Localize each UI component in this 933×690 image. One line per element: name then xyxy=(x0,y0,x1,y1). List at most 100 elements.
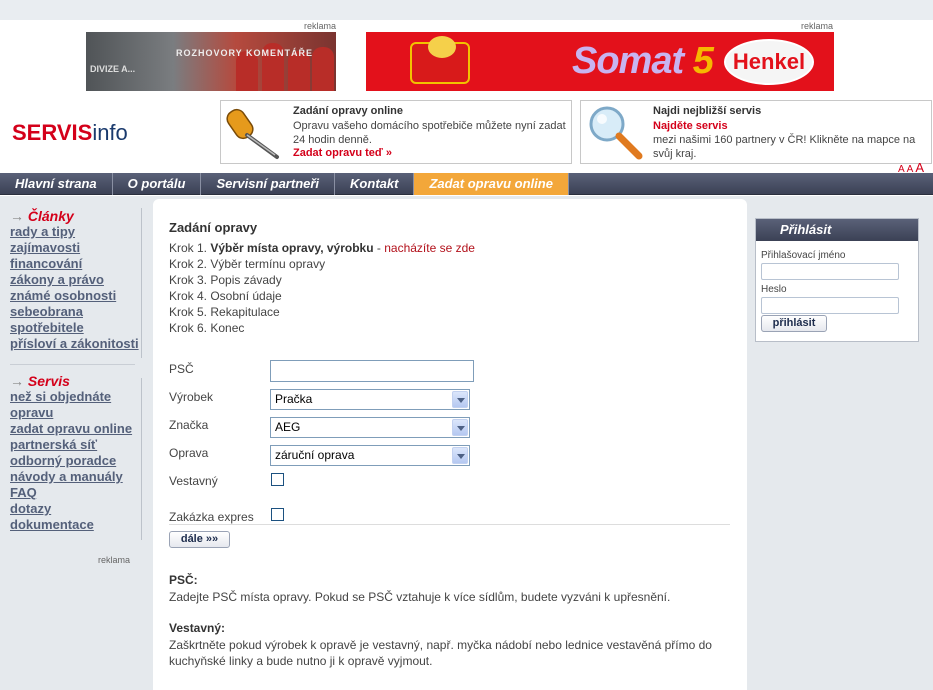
sidebar-link-celebrities[interactable]: známé osobnosti xyxy=(0,288,145,304)
ad-label-left: reklama xyxy=(304,21,337,31)
promo-repair-link[interactable]: Zadat opravu teď » xyxy=(293,147,392,159)
sidebar-link-repair-online[interactable]: zadat opravu online xyxy=(0,421,145,437)
sidebar-section-articles: → Články xyxy=(0,208,145,224)
sidebar-link-law[interactable]: zákony a právo xyxy=(0,272,145,288)
ad-brand: Somat 5 xyxy=(572,40,714,83)
help-builtin-title: Vestavný: xyxy=(169,621,226,635)
help-builtin-text: Zaškrtněte pokud výrobek k opravě je ves… xyxy=(169,638,712,668)
sidebar-link-before-order-2[interactable]: opravu xyxy=(0,405,145,421)
ad-banner-right[interactable]: Somat 5 Henkel xyxy=(366,32,834,91)
express-checkbox[interactable] xyxy=(271,508,284,521)
step-5: Krok 5. Rekapitulace xyxy=(169,305,280,319)
step-1-prefix: Krok 1. xyxy=(169,241,208,255)
sidebar-link-advisor[interactable]: odborný poradce xyxy=(0,453,145,469)
ad-brand-name: Somat xyxy=(572,40,684,82)
henkel-logo-text: Henkel xyxy=(732,49,806,74)
help-psc-text: Zadejte PSČ místa opravy. Pokud se PSČ v… xyxy=(169,590,671,604)
form-divider xyxy=(169,524,730,525)
sidebar-section-articles-title: Články xyxy=(27,208,74,224)
nav-item-about[interactable]: O portálu xyxy=(113,173,202,195)
sidebar-link-manuals[interactable]: návody a manuály xyxy=(0,469,145,485)
chevron-down-icon[interactable] xyxy=(452,391,468,408)
brand-select[interactable]: AEG xyxy=(270,417,470,438)
step-6: Krok 6. Konec xyxy=(169,321,245,335)
nav-item-partners[interactable]: Servisní partneři xyxy=(201,173,336,195)
login-title: Přihlásit xyxy=(756,219,918,241)
arrow-icon: → xyxy=(10,373,24,389)
step-1-current-marker: nacházíte se zde xyxy=(384,241,475,255)
repair-type-label: Oprava xyxy=(169,446,209,460)
sidebar-link-curiosities[interactable]: zajímavosti xyxy=(0,240,145,256)
sidebar-link-faq[interactable]: FAQ xyxy=(0,485,145,501)
logo-part-servis: SERVIS xyxy=(12,120,93,145)
next-button[interactable]: dále »» xyxy=(169,531,230,548)
top-strip xyxy=(0,0,933,20)
psc-input[interactable] xyxy=(270,360,474,382)
product-label: Výrobek xyxy=(169,390,214,404)
express-label: Zakázka expres xyxy=(169,510,254,524)
sidebar-ad-label: reklama xyxy=(98,555,131,565)
password-input[interactable] xyxy=(761,297,899,314)
main-navigation: Hlavní strana O portálu Servisní partneř… xyxy=(0,173,933,195)
product-ball-image xyxy=(428,36,456,58)
promo-find-service[interactable]: Najdi nejbližší servis Najděte servis me… xyxy=(580,100,932,164)
sidebar-link-selfdefense[interactable]: sebeobrana xyxy=(0,304,145,320)
nav-item-home[interactable]: Hlavní strana xyxy=(0,173,113,195)
repair-type-select-value: záruční oprava xyxy=(275,448,355,462)
sidebar: → Články rady a tipy zajímavosti financo… xyxy=(0,208,145,533)
sidebar-link-questions[interactable]: dotazy xyxy=(0,501,145,517)
ad-banner-text-top: ROZHOVORY KOMENTÁŘE xyxy=(176,48,314,58)
builtin-checkbox[interactable] xyxy=(271,473,284,486)
sidebar-link-consumers[interactable]: spotřebitele xyxy=(0,320,145,336)
promo-repair-online[interactable]: Zadání opravy online Opravu vašeho domác… xyxy=(220,100,572,164)
promo-service-text: mezi našimi 160 partnery v ČR! Klikněte … xyxy=(653,134,916,160)
sidebar-separator xyxy=(10,364,135,365)
sidebar-section-service: → Servis xyxy=(0,373,145,389)
henkel-logo: Henkel xyxy=(724,39,814,85)
ad-banner-left[interactable]: ROZHOVORY KOMENTÁŘE DIVIZE A... xyxy=(86,32,336,91)
username-input[interactable] xyxy=(761,263,899,280)
ad-figure xyxy=(312,47,334,91)
ad-banner-text-bottom: DIVIZE A... xyxy=(90,64,136,74)
login-button[interactable]: přihlásit xyxy=(761,315,827,332)
brand-label: Značka xyxy=(169,418,209,432)
steps-list: Krok 1. Výběr místa opravy, výrobku - na… xyxy=(169,240,475,336)
sidebar-link-financing[interactable]: financování xyxy=(0,256,145,272)
ad-label-right: reklama xyxy=(801,21,834,31)
step-1-title: Výběr místa opravy, výrobku xyxy=(210,241,374,255)
password-label: Heslo xyxy=(761,284,787,295)
ad-brand-number: 5 xyxy=(692,40,714,82)
nav-item-contact[interactable]: Kontakt xyxy=(335,173,415,195)
promo-repair-title: Zadání opravy online xyxy=(293,105,404,117)
product-select-value: Pračka xyxy=(275,392,313,406)
repair-type-select[interactable]: záruční oprava xyxy=(270,445,470,466)
sidebar-link-before-order[interactable]: než si objednáte xyxy=(0,389,145,405)
magnifier-icon xyxy=(589,106,643,160)
sidebar-link-partner-network[interactable]: partnerská síť xyxy=(0,437,145,453)
help-psc-title: PSČ: xyxy=(169,573,198,587)
promo-repair-text: Opravu vašeho domácího spotřebiče můžete… xyxy=(293,120,566,146)
site-logo[interactable]: SERVISinfo xyxy=(12,120,128,146)
arrow-icon: → xyxy=(10,208,24,224)
sidebar-link-tips[interactable]: rady a tipy xyxy=(0,224,145,240)
username-label: Přihlašovací jméno xyxy=(761,250,846,261)
step-2: Krok 2. Výběr termínu opravy xyxy=(169,257,326,271)
sidebar-link-documentation[interactable]: dokumentace xyxy=(0,517,145,533)
builtin-label: Vestavný xyxy=(169,474,218,488)
step-4: Krok 4. Osobní údaje xyxy=(169,289,282,303)
chevron-down-icon[interactable] xyxy=(452,447,468,464)
sidebar-link-proverbs[interactable]: přísloví a zákonitosti xyxy=(0,336,145,352)
promo-service-subtitle[interactable]: Najděte servis xyxy=(653,119,728,133)
screwdriver-icon xyxy=(226,108,279,159)
main-content: Zadání opravy Krok 1. Výběr místa opravy… xyxy=(153,199,747,690)
step-3: Krok 3. Popis závady xyxy=(169,273,282,287)
product-select[interactable]: Pračka xyxy=(270,389,470,410)
chevron-down-icon[interactable] xyxy=(452,419,468,436)
sidebar-section-service-title: Servis xyxy=(27,373,70,389)
promo-service-title: Najdi nejbližší servis xyxy=(653,105,762,117)
step-1-separator: - xyxy=(376,241,381,255)
login-box: Přihlásit Přihlašovací jméno Heslo přihl… xyxy=(755,218,919,342)
page-title: Zadání opravy xyxy=(169,220,258,235)
psc-label: PSČ xyxy=(169,362,194,376)
nav-item-repair-online[interactable]: Zadat opravu online xyxy=(414,173,569,195)
